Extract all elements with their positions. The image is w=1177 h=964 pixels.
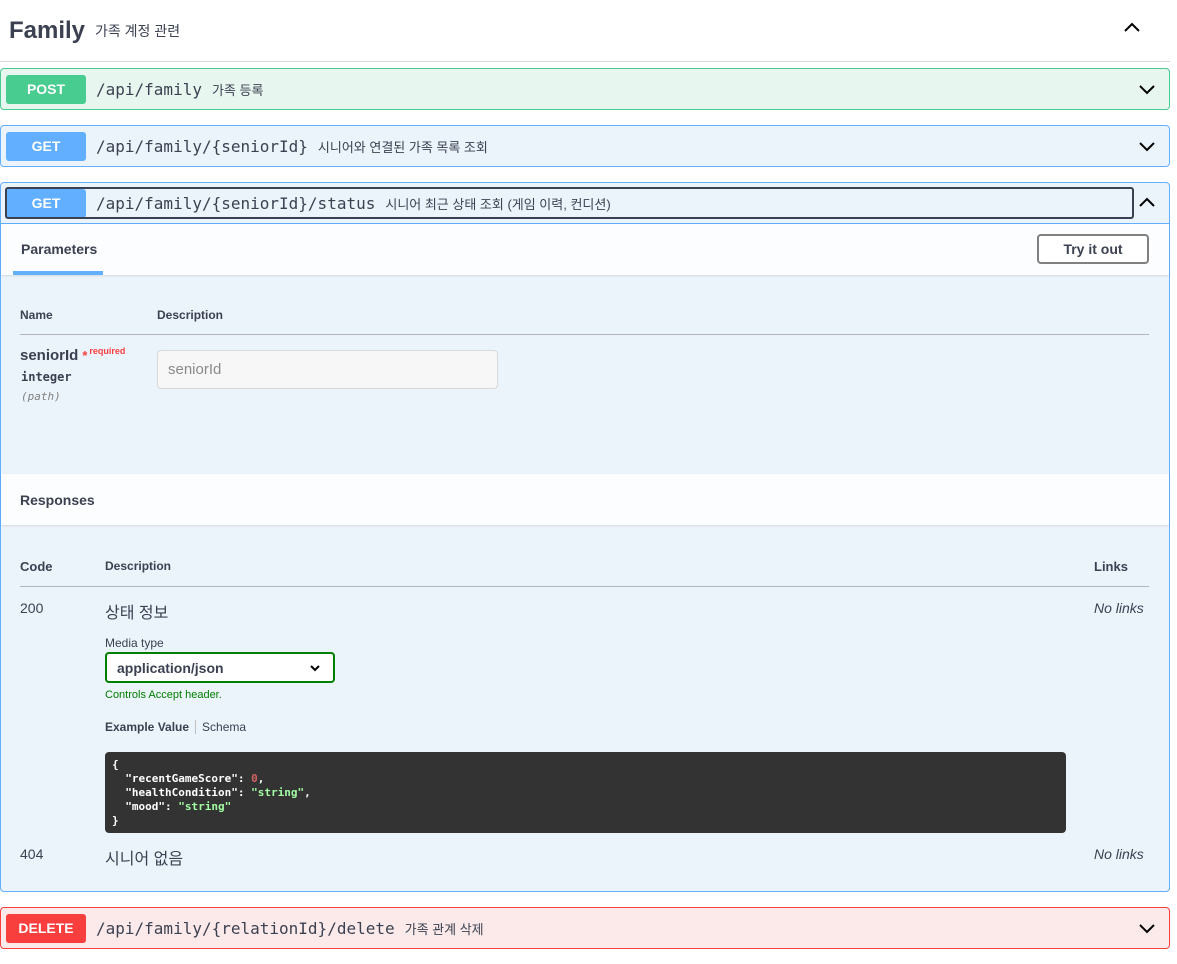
code-line: "recentGameScore": 0,	[112, 772, 265, 785]
code-line: }	[112, 814, 119, 827]
chevron-down-icon[interactable]	[1137, 918, 1157, 938]
media-type-label: Media type	[105, 636, 164, 650]
operation-summary[interactable]: POST /api/family 가족 등록	[1, 69, 1169, 109]
resp-column-description: Description	[105, 559, 172, 573]
tab-parameters[interactable]: Parameters	[13, 224, 103, 275]
divider	[20, 586, 1149, 587]
tab-example-value[interactable]: Example Value	[105, 720, 189, 734]
response-description: 시니어 없음	[105, 851, 184, 868]
operation-path: /api/family/{seniorId}/status	[96, 193, 376, 213]
operation-delete-family: DELETE /api/family/{relationId}/delete 가…	[0, 907, 1170, 949]
example-tabs: Example Value Schema	[105, 720, 246, 734]
operation-get-family-list: GET /api/family/{seniorId} 시니어와 연결된 가족 목…	[0, 125, 1170, 167]
method-badge: GET	[6, 188, 86, 218]
operation-path: /api/family/{seniorId}	[96, 136, 308, 156]
param-column-name: Name	[20, 308, 53, 322]
required-label: required	[89, 346, 126, 356]
tag-header[interactable]: Family 가족 계정 관련	[0, 0, 1170, 62]
resp-column-links: Links	[1094, 559, 1128, 574]
media-type-select[interactable]: application/json	[105, 652, 335, 683]
chevron-up-icon[interactable]	[1120, 16, 1144, 40]
chevron-up-icon[interactable]	[1137, 193, 1157, 213]
try-it-out-button[interactable]: Try it out	[1037, 234, 1149, 264]
chevron-down-icon[interactable]	[1137, 136, 1157, 156]
operation-summary[interactable]: GET /api/family/{seniorId}/status 시니어 최근…	[1, 183, 1169, 224]
response-description: 상태 정보	[105, 605, 169, 622]
code-line: {	[112, 758, 119, 771]
operation-description: 시니어 최근 상태 조회 (게임 이력, 컨디션)	[385, 196, 611, 212]
code-line: "healthCondition": "string",	[112, 786, 311, 799]
example-code-block: { "recentGameScore": 0, "healthCondition…	[105, 752, 1066, 833]
tag-title: Family	[9, 16, 86, 44]
param-column-description: Description	[157, 308, 224, 322]
operation-get-senior-status: GET /api/family/{seniorId}/status 시니어 최근…	[0, 182, 1170, 892]
operation-post-family: POST /api/family 가족 등록	[0, 68, 1170, 110]
param-location: (path)	[21, 390, 61, 403]
divider	[20, 334, 1149, 335]
parameters-header: Parameters Try it out	[1, 224, 1169, 275]
required-star: *	[82, 348, 88, 363]
response-code: 200	[20, 600, 44, 616]
chevron-down-icon	[310, 665, 320, 672]
param-name: seniorId * required	[20, 346, 126, 364]
accept-header-note: Controls Accept header.	[105, 689, 222, 701]
responses-header: Responses	[1, 474, 1169, 525]
method-badge: GET	[6, 131, 86, 161]
tab-schema[interactable]: Schema	[202, 720, 246, 734]
param-type: integer	[21, 370, 72, 384]
code-line: "mood": "string"	[112, 800, 232, 813]
tab-separator	[195, 720, 197, 734]
operation-path: /api/family	[96, 79, 202, 99]
response-code: 404	[20, 846, 44, 862]
operation-summary[interactable]: GET /api/family/{seniorId} 시니어와 연결된 가족 목…	[1, 126, 1169, 166]
operation-description: 가족 관계 삭제	[404, 921, 484, 937]
response-links: No links	[1094, 846, 1144, 862]
operation-description: 시니어와 연결된 가족 목록 조회	[317, 139, 488, 155]
tag-description: 가족 계정 관련	[95, 22, 181, 39]
method-badge: POST	[6, 74, 86, 104]
operation-description: 가족 등록	[211, 82, 264, 98]
operation-summary[interactable]: DELETE /api/family/{relationId}/delete 가…	[1, 908, 1169, 948]
responses-title: Responses	[20, 491, 95, 508]
chevron-down-icon[interactable]	[1137, 79, 1157, 99]
media-type-value: application/json	[117, 659, 224, 676]
senior-id-input[interactable]	[157, 350, 498, 389]
operation-path: /api/family/{relationId}/delete	[96, 918, 395, 938]
method-badge: DELETE	[6, 913, 86, 943]
response-links: No links	[1094, 600, 1144, 616]
resp-column-code: Code	[20, 559, 53, 574]
param-name-text: seniorId	[20, 347, 79, 364]
